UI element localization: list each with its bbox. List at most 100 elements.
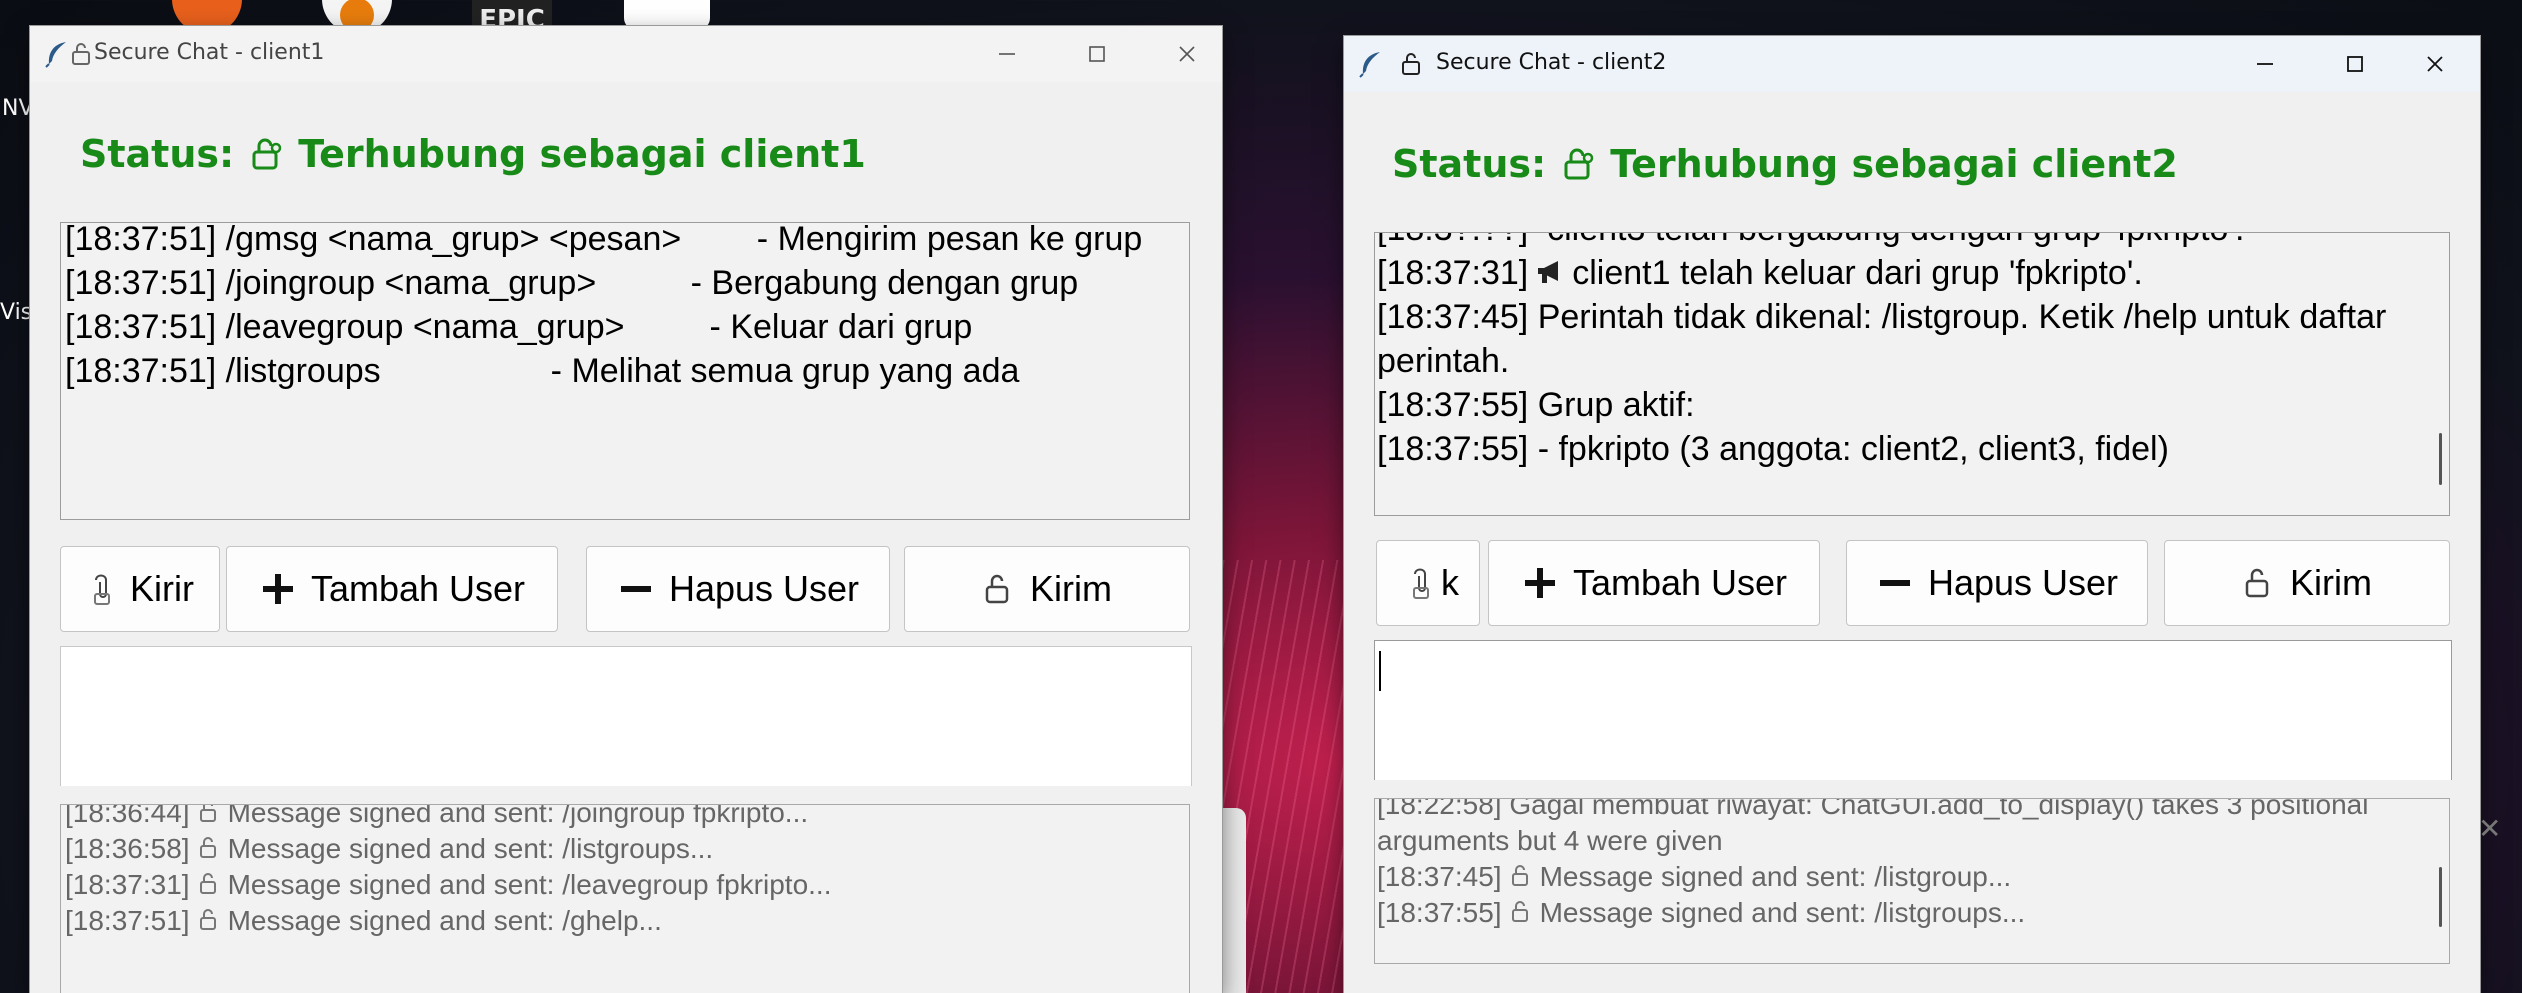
paperclip-lock-icon [94,574,110,605]
log-line: [18:22:58] Gagal membuat riwayat: ChatGU… [1377,798,2417,859]
chat-line: [18:37:51] /leavegroup <nama_grup> - Kel… [65,308,973,346]
window-title: Secure Chat - client1 [94,40,325,65]
button-label: Kirim [1030,568,1112,609]
log-text: Message signed and sent: /listgroups... [227,833,714,864]
add-user-button[interactable]: Tambah User [1488,540,1820,626]
lock-icon [1511,901,1528,922]
lock-icon [199,909,216,930]
paperclip-lock-icon [1413,568,1429,599]
message-input[interactable] [60,646,1192,786]
log-display[interactable]: [18:36:44] Message signed and sent: /join… [60,804,1190,993]
log-line: [18:36:58] Message signed and sent: /list… [65,831,1155,867]
status-line: Status: Terhubung sebagai client1 [80,132,866,176]
lock-icon [985,574,1009,604]
chat-line: [18:37:51] /joingroup <nama_grup> - Berg… [65,264,1079,302]
log-time: [18:37:51] [65,905,190,936]
kirim-file-button[interactable]: Kirir [60,546,220,632]
chat-line: [18:37:45] Perintah tidak dikenal: /list… [1377,295,2417,383]
background-close-icon[interactable]: ✕ [2478,812,2501,845]
chat-text: Grup aktif: [1537,386,1695,424]
lock-icon [1564,148,1594,180]
desktop-label-vis: Vis [0,300,33,325]
log-time: [18:37:31] [65,869,190,900]
status-label: Status: [1392,142,1547,186]
log-time: [18:36:58] [65,833,190,864]
minimize-button[interactable] [2220,36,2310,92]
chat-text: - fpkripto (3 anggota: client2, client3,… [1537,430,2169,468]
log-text: Message signed and sent: /joingroup fpkr… [227,804,809,828]
scrollbar-thumb[interactable] [2439,433,2442,485]
log-text: Message signed and sent: /listgroup... [1539,861,2012,892]
status-text: Terhubung sebagai client1 [298,132,866,176]
remove-user-button[interactable]: Hapus User [1846,540,2148,626]
maximize-button[interactable] [1052,26,1142,82]
button-label: k [1441,562,1459,603]
kirim-file-button[interactable]: k [1376,540,1480,626]
chat-time: [18:37:31] [1377,254,1529,292]
close-button[interactable] [2390,36,2480,92]
add-user-button[interactable]: Tambah User [226,546,558,632]
log-line: [18:37:45] Message signed and sent: /list… [1377,859,2417,895]
button-label: Kirim [2290,562,2372,603]
chat-line: [18:37:51] /listgroups - Melihat semua g… [65,352,1020,390]
text-cursor [1379,651,1381,691]
scrollbar-thumb[interactable] [2439,867,2442,927]
feather-icon [1359,52,1380,78]
button-label: Kirir [130,568,194,609]
chat-time: [18:37:55] [1377,386,1529,424]
lock-icon [1511,865,1528,886]
chat-line: [18:37:51] /gmsg <nama_grup> <pesan> - M… [65,222,1143,258]
plus-icon [1524,568,1555,598]
chat-display[interactable]: [18:37:51] /gmsg <nama_grup> <pesan> - M… [60,222,1190,520]
chat-time: [18:37:55] [1377,430,1529,468]
megaphone-icon [1538,261,1559,283]
chat-line-partial: [18:3?:??] client3 telah bergabung denga… [1377,233,2417,251]
title-bar[interactable]: Secure Chat - client2 [1344,36,2480,92]
log-text: Message signed and sent: /leavegroup fpk… [227,869,832,900]
feather-icon [45,42,66,68]
chat-line: [18:37:55] Grup aktif: [1377,383,2417,427]
remove-user-button[interactable]: Hapus User [586,546,890,632]
log-line: [18:37:31] Message signed and sent: /leav… [65,867,1155,903]
log-time: [18:36:44] [65,804,190,828]
lock-icon [199,837,216,858]
message-input[interactable] [1374,640,2452,780]
log-text: Message signed and sent: /listgroups... [1539,897,2026,928]
button-label: Tambah User [310,568,526,609]
log-line: [18:37:51] Message signed and sent: /ghel… [65,903,1155,939]
chat-text: client1 telah keluar dari grup 'fpkripto… [1572,254,2143,292]
lock-icon [199,805,216,822]
chat-display[interactable]: [18:3?:??] client3 telah bergabung denga… [1374,232,2450,516]
button-label: Tambah User [1572,562,1788,603]
log-display[interactable]: [18:22:58] Gagal membuat riwayat: ChatGU… [1374,798,2450,964]
log-time: [18:37:55] [1377,897,1502,928]
title-bar[interactable]: Secure Chat - client1 [30,26,1222,82]
log-time: [18:22:58] [1377,798,1502,820]
desktop-label-nv: NV [2,96,34,121]
chat-time: [18:37:45] [1377,298,1529,336]
status-label: Status: [80,132,235,176]
log-line: [18:36:44] Message signed and sent: /join… [65,804,1155,831]
minimize-button[interactable] [962,26,1052,82]
send-button[interactable]: Kirim [904,546,1190,632]
lock-icon [1402,53,1420,75]
minus-icon [1879,580,1910,586]
chat-line: [18:37:55] - fpkripto (3 anggota: client… [1377,427,2417,471]
button-label: Hapus User [1927,562,2119,603]
plus-icon [262,574,293,604]
lock-icon [252,138,282,170]
send-button[interactable]: Kirim [2164,540,2450,626]
log-line: [18:37:55] Message signed and sent: /list… [1377,895,2417,931]
chat-window-client1: Secure Chat - client1 Status: Terhubung … [30,26,1222,993]
chat-text: Perintah tidak dikenal: /listgroup. Keti… [1377,298,2396,380]
button-label: Hapus User [668,568,860,609]
window-title: Secure Chat - client2 [1436,50,1667,75]
lock-icon [72,43,90,65]
status-line: Status: Terhubung sebagai client2 [1392,142,2178,186]
lock-icon [2245,568,2269,598]
log-time: [18:37:45] [1377,861,1502,892]
log-text: Gagal membuat riwayat: ChatGUI.add_to_di… [1377,798,2377,856]
chat-line: [18:37:31] client1 telah keluar dari grup… [1377,251,2417,295]
maximize-button[interactable] [2310,36,2400,92]
close-button[interactable] [1142,26,1222,82]
